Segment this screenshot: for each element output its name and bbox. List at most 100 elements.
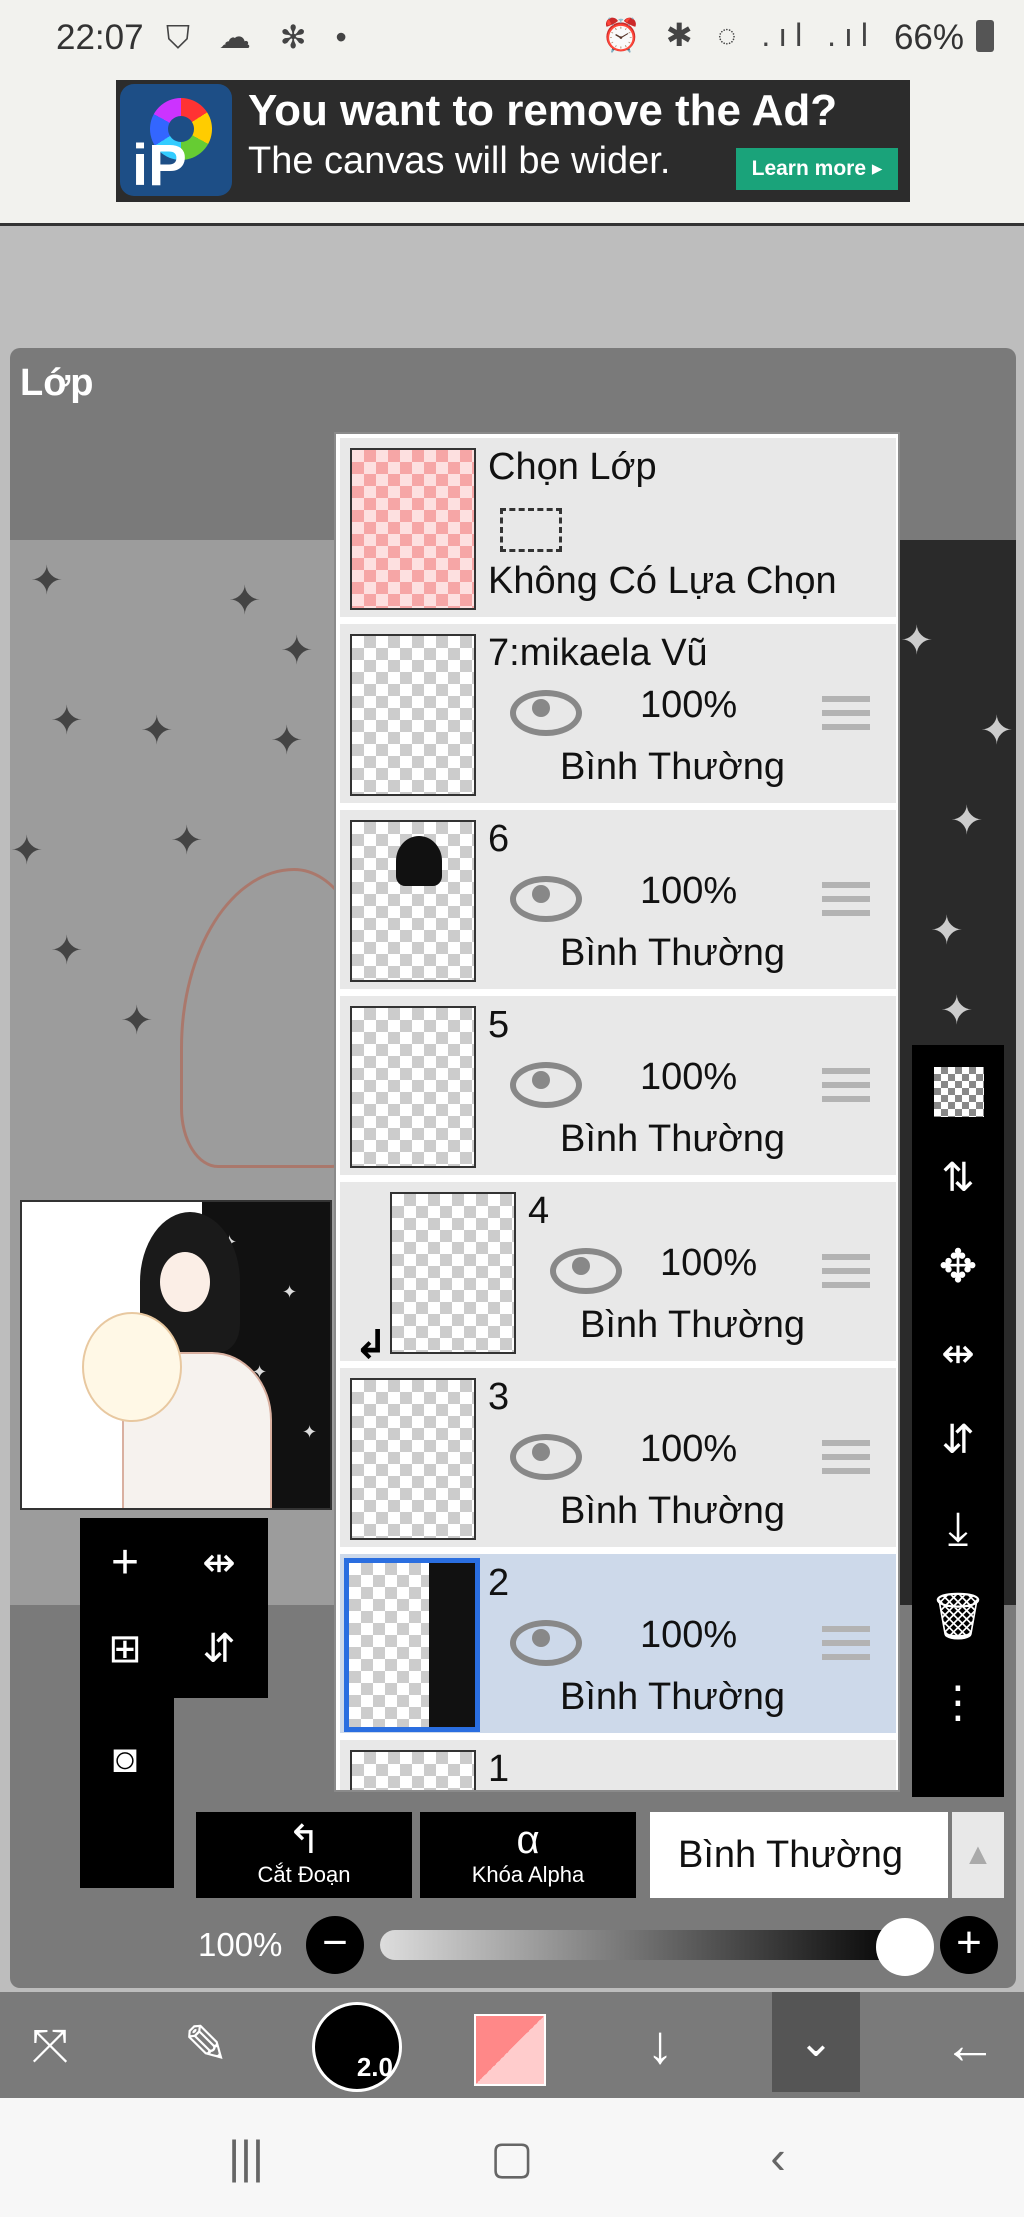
camera-icon[interactable]: ◙ bbox=[80, 1714, 170, 1804]
alpha-lock-button[interactable]: α Khóa Alpha bbox=[420, 1812, 636, 1898]
back-nav-icon[interactable]: ‹ bbox=[718, 2098, 838, 2217]
star-decoration: ✦ bbox=[140, 709, 174, 753]
opacity-increase-button[interactable]: + bbox=[940, 1916, 998, 1974]
star-decoration: ✦ bbox=[120, 999, 154, 1043]
swap-layers-icon[interactable]: ⇅ bbox=[912, 1133, 1004, 1223]
layer-opacity: 100% bbox=[640, 1428, 738, 1470]
drag-handle-icon[interactable] bbox=[822, 1068, 870, 1102]
trash-icon[interactable]: 🗑 bbox=[912, 1571, 1004, 1661]
star-decoration: ✦ bbox=[980, 709, 1014, 753]
merge-down-icon[interactable]: ⤓ bbox=[912, 1483, 1004, 1573]
flip-layer-vertical-button[interactable]: ⇵ bbox=[174, 1604, 264, 1694]
recent-apps-icon[interactable]: ||| bbox=[186, 2098, 306, 2217]
flip-layer-horizontal-button[interactable]: ⇹ bbox=[174, 1518, 264, 1608]
layer-blend-mode: Bình Thường bbox=[560, 1490, 786, 1532]
layer-thumbnail bbox=[350, 820, 476, 982]
layer-thumbnail bbox=[350, 1750, 476, 1790]
status-left-icons: ⛉ ☁ ✻ • bbox=[166, 19, 357, 55]
blend-mode-arrow-icon[interactable]: ▲ bbox=[952, 1812, 1004, 1898]
star-decoration: ✦ bbox=[900, 619, 934, 663]
ad-headline: You want to remove the Ad? bbox=[248, 86, 838, 135]
visibility-eye-icon[interactable] bbox=[510, 1430, 582, 1480]
star-decoration: ✦ bbox=[228, 579, 262, 623]
clipping-button[interactable]: ↰ Cắt Đoạn bbox=[196, 1812, 412, 1898]
layer-name: 2 bbox=[488, 1562, 510, 1604]
star-decoration: ✦ bbox=[280, 629, 314, 673]
add-layer-button[interactable]: + bbox=[80, 1518, 170, 1608]
canvas-thumbnail[interactable]: ✦ ✦ ✦ ✦ ✦ bbox=[20, 1200, 332, 1510]
brush-icon[interactable]: ✎ bbox=[156, 1992, 256, 2098]
layer-row-5[interactable]: 5 100% Bình Thường bbox=[340, 996, 896, 1178]
app-toolbar: ⤧ ✎ 2.0 ↓ ⌄ ← bbox=[0, 1992, 1024, 2098]
opacity-slider-knob[interactable] bbox=[876, 1918, 934, 1976]
star-decoration: ✦ bbox=[950, 799, 984, 843]
visibility-eye-icon[interactable] bbox=[510, 872, 582, 922]
layers-list[interactable]: Chọn Lớp Không Có Lựa Chọn 7:mikaela Vũ … bbox=[334, 432, 900, 1792]
learn-more-button[interactable]: Learn more ▸ bbox=[736, 148, 898, 190]
flip-horizontal-icon[interactable]: ⇹ bbox=[912, 1309, 1004, 1399]
status-right-icons: ⏰ ✱ ◌ .ıl .ıl bbox=[600, 17, 876, 53]
opacity-label: 100% bbox=[198, 1926, 283, 1963]
drag-handle-icon[interactable] bbox=[822, 1626, 870, 1660]
clipping-arrow-icon: ↲ bbox=[354, 1323, 388, 1367]
layers-collapse-button[interactable]: ⌄ bbox=[772, 1992, 860, 2092]
layer-blend-mode: Bình Thường bbox=[560, 1118, 786, 1160]
visibility-eye-icon[interactable] bbox=[510, 1616, 582, 1666]
back-arrow-icon[interactable]: ← bbox=[920, 1992, 1020, 2098]
layer-thumbnail bbox=[350, 634, 476, 796]
layer-blend-mode: Bình Thường bbox=[560, 1676, 786, 1718]
layer-row-2[interactable]: 2 100% Bình Thường bbox=[340, 1554, 896, 1736]
clipping-icon: ↰ bbox=[287, 1818, 321, 1862]
status-bar: 22:07 ⛉ ☁ ✻ • ⏰ ✱ ◌ .ıl .ıl 66% bbox=[0, 0, 1024, 78]
selection-marquee-icon bbox=[500, 508, 562, 552]
selection-layer[interactable]: Chọn Lớp Không Có Lựa Chọn bbox=[340, 438, 896, 620]
selection-layer-thumbnail bbox=[350, 448, 476, 610]
drag-handle-icon[interactable] bbox=[822, 882, 870, 916]
star-decoration: ✦ bbox=[930, 909, 964, 953]
selection-status: Không Có Lựa Chọn bbox=[488, 560, 837, 602]
star-decoration: ✦ bbox=[10, 829, 44, 873]
flip-vertical-icon[interactable]: ⇵ bbox=[912, 1395, 1004, 1485]
battery-percent: 66% bbox=[893, 18, 964, 57]
panel-title: Lớp bbox=[20, 362, 94, 404]
star-decoration: ✦ bbox=[50, 699, 84, 743]
opacity-decrease-button[interactable]: − bbox=[306, 1916, 364, 1974]
layer-name: 7:mikaela Vũ bbox=[488, 632, 708, 674]
drag-handle-icon[interactable] bbox=[822, 696, 870, 730]
drag-handle-icon[interactable] bbox=[822, 1440, 870, 1474]
visibility-eye-icon[interactable] bbox=[510, 1058, 582, 1108]
color-swatch-button[interactable] bbox=[474, 2014, 546, 2086]
layer-name: 5 bbox=[488, 1004, 510, 1046]
ad-subline: The canvas will be wider. bbox=[248, 140, 671, 182]
layer-row-1[interactable]: 1 bbox=[340, 1740, 896, 1790]
opacity-slider[interactable] bbox=[380, 1930, 910, 1960]
blend-mode-select[interactable]: Bình Thường bbox=[650, 1812, 948, 1898]
layer-opacity: 100% bbox=[640, 1056, 738, 1098]
layer-row-7[interactable]: 7:mikaela Vũ 100% Bình Thường bbox=[340, 624, 896, 806]
duplicate-layer-button[interactable]: ⊞ bbox=[80, 1604, 170, 1694]
visibility-eye-icon[interactable] bbox=[510, 686, 582, 736]
home-icon[interactable]: ▢ bbox=[452, 2098, 572, 2217]
battery-icon bbox=[976, 20, 994, 52]
brush-size-button[interactable]: 2.0 bbox=[312, 2002, 402, 2092]
transparent-fill-button[interactable] bbox=[912, 1045, 1004, 1135]
selection-layer-name: Chọn Lớp bbox=[488, 446, 657, 488]
ad-banner[interactable]: iP You want to remove the Ad? The canvas… bbox=[116, 80, 910, 202]
layer-right-toolbar: ⇅ ✥ ⇹ ⇵ ⤓ 🗑 ⋮ bbox=[912, 1045, 1004, 1797]
tool-switch-icon[interactable]: ⤧ bbox=[0, 1992, 100, 2098]
layer-row-6[interactable]: 6 100% Bình Thường bbox=[340, 810, 896, 992]
move-icon[interactable]: ✥ bbox=[912, 1221, 1004, 1311]
layer-name: 4 bbox=[528, 1190, 550, 1232]
drag-handle-icon[interactable] bbox=[822, 1254, 870, 1288]
layer-name: 6 bbox=[488, 818, 510, 860]
layer-thumbnail bbox=[350, 1378, 476, 1540]
layer-row-4[interactable]: ↲ 4 100% Bình Thường bbox=[340, 1182, 896, 1367]
layer-blend-mode: Bình Thường bbox=[580, 1304, 806, 1346]
more-options-icon[interactable]: ⋮ bbox=[912, 1663, 1004, 1753]
down-arrow-icon[interactable]: ↓ bbox=[610, 1992, 710, 2098]
layer-blend-mode: Bình Thường bbox=[560, 932, 786, 974]
layer-name: 3 bbox=[488, 1376, 510, 1418]
layer-row-3[interactable]: 3 100% Bình Thường bbox=[340, 1368, 896, 1550]
visibility-eye-icon[interactable] bbox=[550, 1244, 622, 1294]
star-decoration: ✦ bbox=[270, 719, 304, 763]
